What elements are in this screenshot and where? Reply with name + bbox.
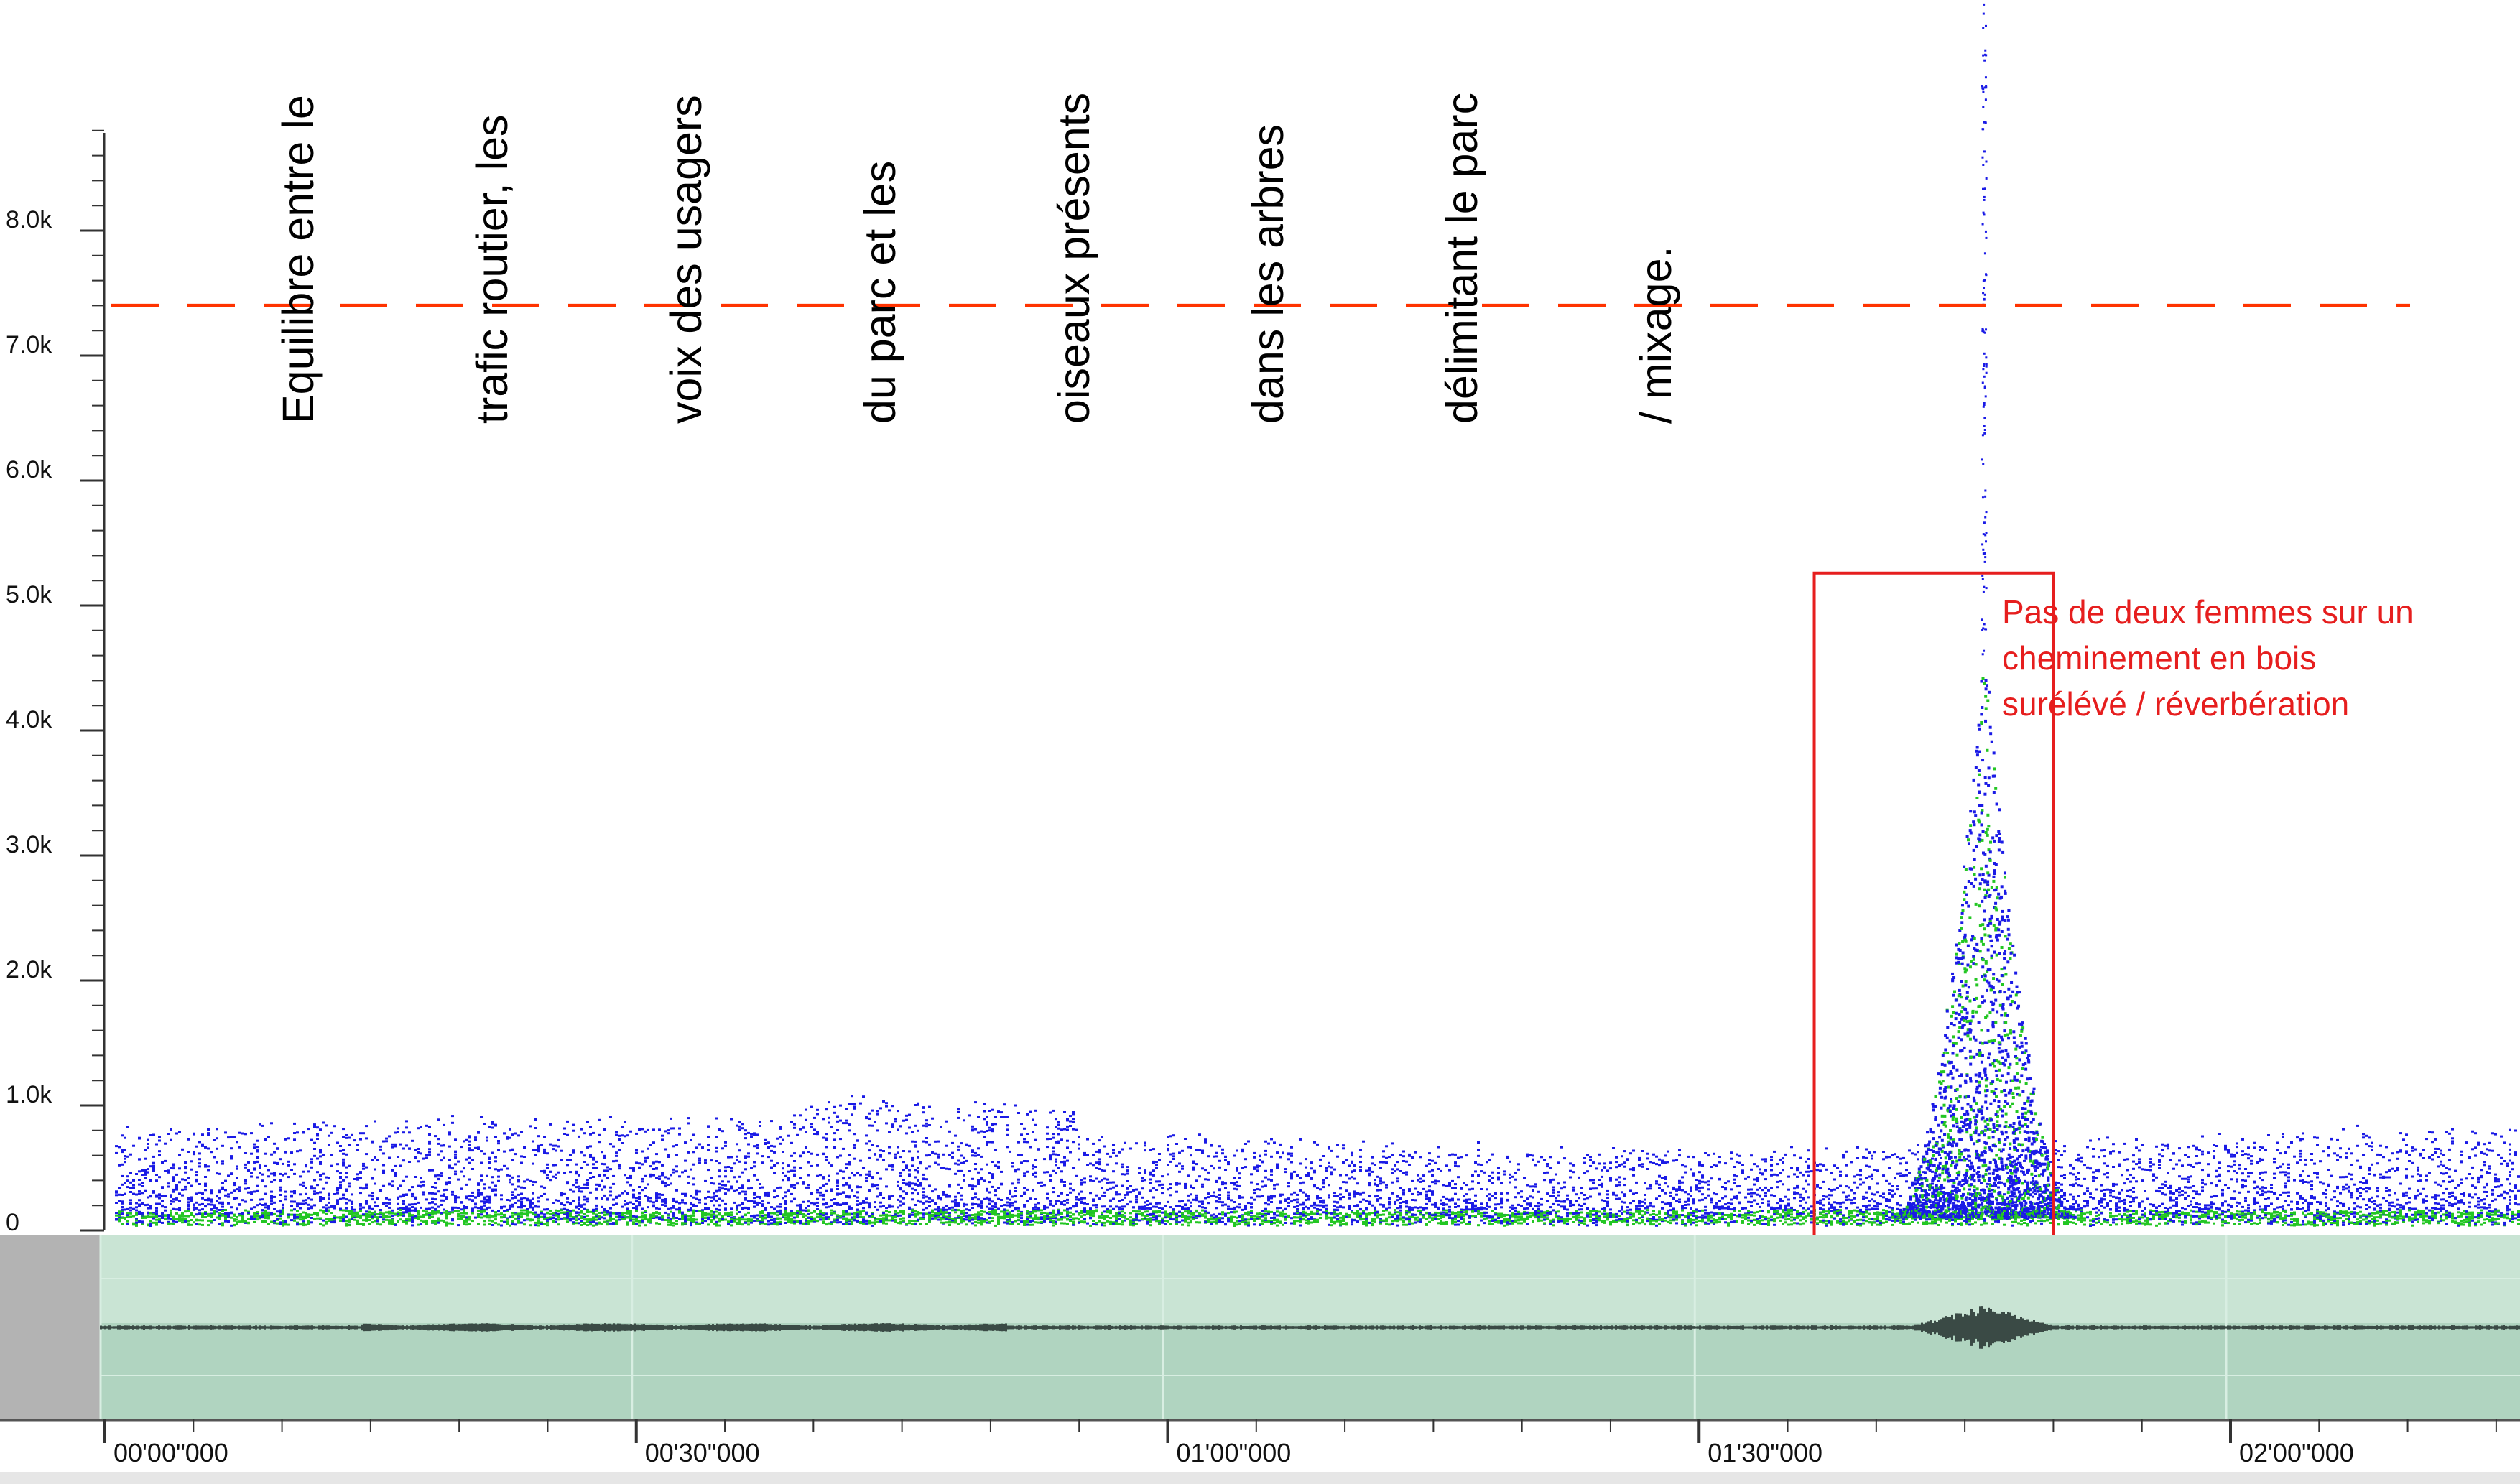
timeline-label: 00'00"000	[114, 1438, 228, 1467]
timeline-label: 02'00"000	[2239, 1438, 2354, 1467]
timeline-ruler[interactable]: 00'00"000 00'30"000 01'00"000 01'30"000 02'0…	[0, 1419, 2520, 1484]
note-line: trafic routier, les	[468, 114, 516, 424]
note-line: Pas de deux femmes sur un	[2002, 593, 2414, 631]
frequency-tick-label: 4.0k	[6, 706, 52, 733]
frequency-tick-label: 0	[6, 1209, 19, 1235]
frequency-tick-label: 7.0k	[6, 331, 52, 358]
note-line: surélévé / réverbération	[2002, 685, 2350, 723]
note-line: délimitant le parc	[1437, 92, 1486, 424]
frequency-tick-label: 5.0k	[6, 581, 52, 608]
frequency-tick-label: 1.0k	[6, 1081, 52, 1108]
frequency-tick-label: 6.0k	[6, 456, 52, 483]
note-line: dans les arbres	[1243, 124, 1292, 424]
frequency-tick-label: 3.0k	[6, 831, 52, 858]
vertical-annotation: Equilibre entre le trafic routier, les v…	[136, 0, 1753, 424]
note-line: / mixage.	[1631, 246, 1680, 425]
note-line: oiseaux présents	[1050, 92, 1098, 424]
note-line: Equilibre entre le	[274, 95, 323, 424]
timeline-label: 01'30"000	[1708, 1438, 1822, 1467]
waveform-panel[interactable]	[0, 1235, 2520, 1419]
frequency-axis: 8.0k 7.0k 6.0k 5.0k 4.0k 3.0k 2.0k 1.0k 0	[6, 129, 106, 1235]
highlight-annotation: Pas de deux femmes sur un cheminement en…	[2002, 589, 2414, 727]
timeline-label: 01'00"000	[1177, 1438, 1292, 1467]
note-line: du parc et les	[856, 160, 904, 424]
note-line: voix des usagers	[662, 95, 710, 424]
frequency-tick-label: 2.0k	[6, 956, 52, 983]
timeline-label: 00'30"000	[645, 1438, 760, 1467]
frequency-tick-label: 8.0k	[6, 206, 52, 233]
note-line: cheminement en bois	[2002, 639, 2317, 677]
